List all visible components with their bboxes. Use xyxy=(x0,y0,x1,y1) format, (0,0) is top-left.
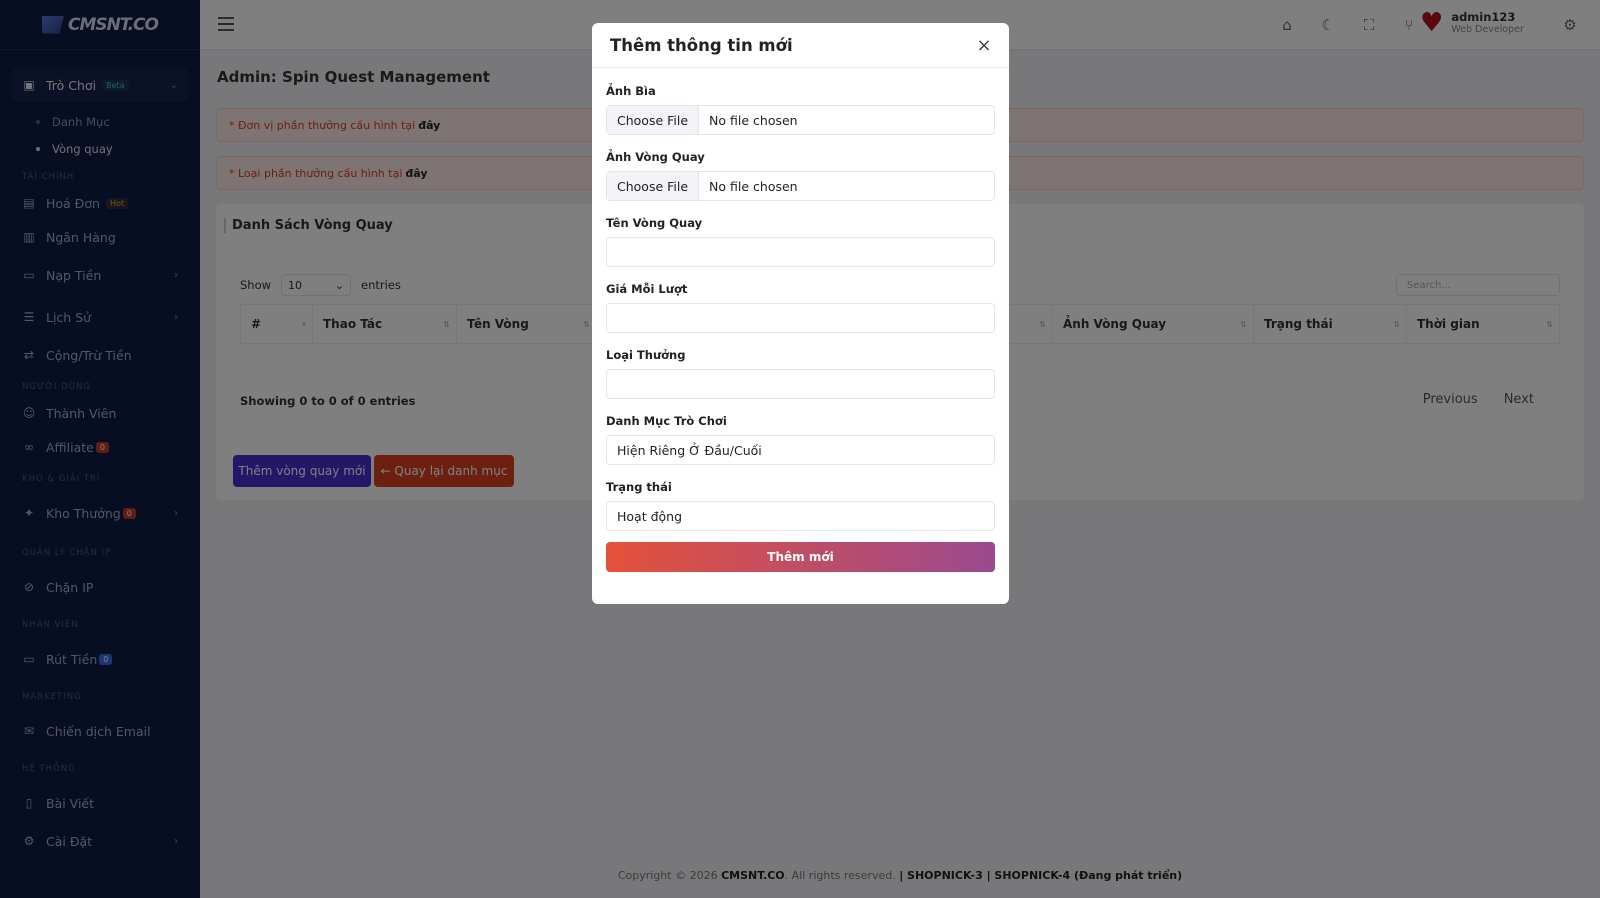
category-field: Danh Mục Trò Chơi Hiện Riêng Ở Đầu/Cuối xyxy=(606,410,995,465)
choose-file-button[interactable]: Choose File xyxy=(607,106,700,134)
status-select[interactable]: Hoạt động xyxy=(606,501,995,531)
field-label: Ảnh Vòng Quay xyxy=(606,150,705,164)
file-status: No file chosen xyxy=(709,112,798,128)
field-label: Danh Mục Trò Chơi xyxy=(606,414,727,428)
close-icon[interactable]: × xyxy=(974,35,994,56)
modal-header: Thêm thông tin mới × xyxy=(592,23,1009,68)
status-field: Trạng thái Hoạt động xyxy=(606,476,995,531)
field-label: Giá Mỗi Lượt xyxy=(606,282,688,296)
status-value: Hoạt động xyxy=(617,508,683,524)
cover-file-input[interactable]: Choose File No file chosen xyxy=(606,105,995,135)
name-input[interactable] xyxy=(606,237,995,267)
wheel-file-input[interactable]: Choose File No file chosen xyxy=(606,171,995,201)
name-field: Tên Vòng Quay xyxy=(606,212,995,267)
wheel-image-field: Ảnh Vòng Quay Choose File No file chosen xyxy=(606,146,995,201)
modal-body: Ảnh Bìa Choose File No file chosen Ảnh V… xyxy=(592,68,1009,572)
category-select[interactable]: Hiện Riêng Ở Đầu/Cuối xyxy=(606,435,995,465)
cover-image-field: Ảnh Bìa Choose File No file chosen xyxy=(606,80,995,135)
field-label: Trạng thái xyxy=(606,480,672,494)
field-label: Loại Thưởng xyxy=(606,348,686,362)
file-status: No file chosen xyxy=(709,178,798,194)
reward-type-field: Loại Thưởng xyxy=(606,344,995,399)
modal-title: Thêm thông tin mới xyxy=(610,35,793,55)
reward-type-input[interactable] xyxy=(606,369,995,399)
add-modal: Thêm thông tin mới × Ảnh Bìa Choose File… xyxy=(592,23,1009,604)
price-field: Giá Mỗi Lượt xyxy=(606,278,995,333)
submit-button[interactable]: Thêm mới xyxy=(606,542,995,572)
choose-file-button[interactable]: Choose File xyxy=(607,172,700,200)
field-label: Tên Vòng Quay xyxy=(606,216,703,230)
category-value: Hiện Riêng Ở Đầu/Cuối xyxy=(617,442,762,458)
field-label: Ảnh Bìa xyxy=(606,84,656,98)
price-input[interactable] xyxy=(606,303,995,333)
